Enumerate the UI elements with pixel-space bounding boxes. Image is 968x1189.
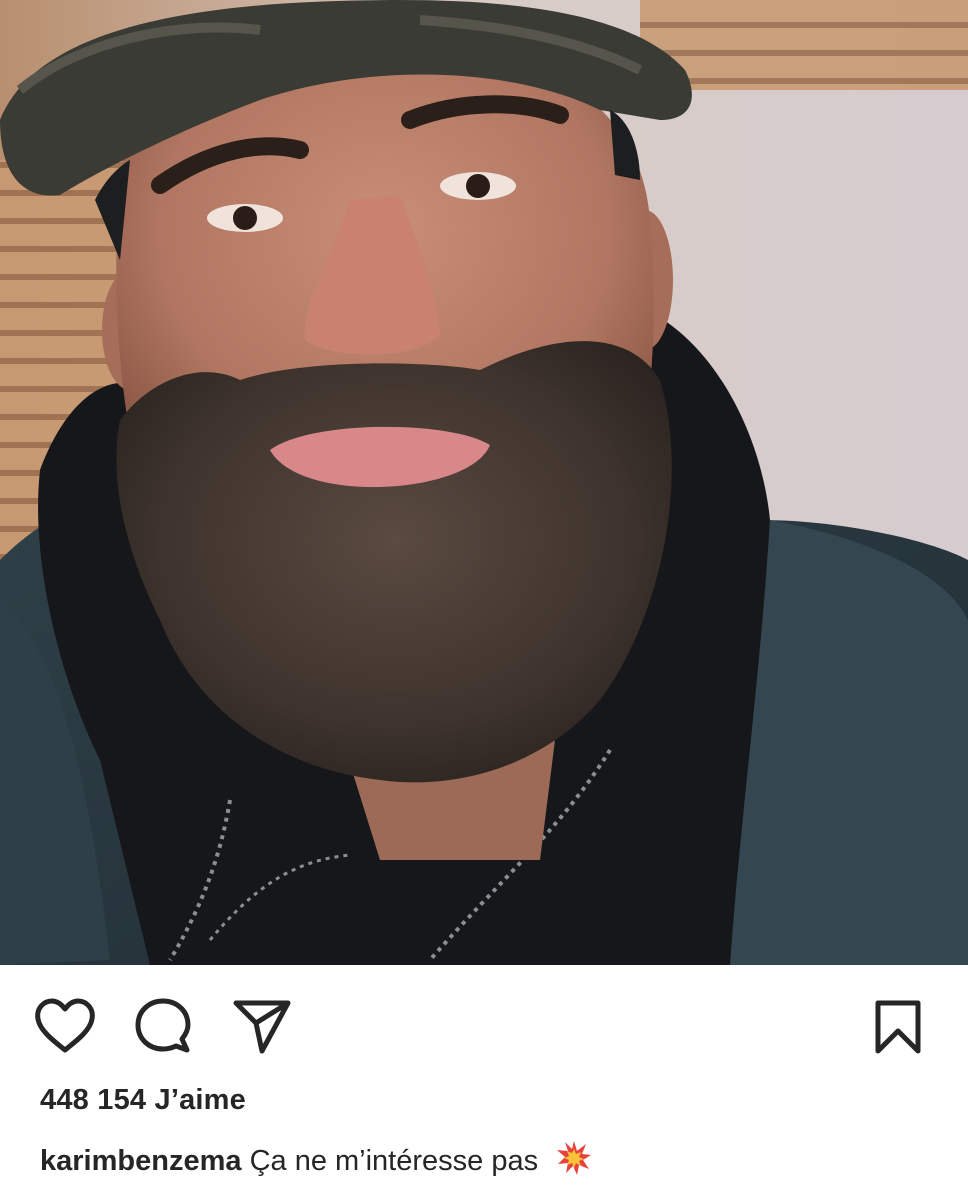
post-action-bar bbox=[0, 965, 968, 1075]
heart-icon bbox=[35, 998, 95, 1053]
like-count[interactable]: 448 154 J’aime bbox=[40, 1084, 246, 1117]
instagram-post: 448 154 J’aime karimbenzema Ça ne m’inté… bbox=[0, 0, 968, 1189]
comment-button[interactable] bbox=[134, 997, 192, 1055]
caption-text: Ça ne m’intéresse pas bbox=[249, 1145, 539, 1177]
bookmark-icon bbox=[875, 1000, 921, 1054]
share-button[interactable] bbox=[232, 997, 292, 1055]
like-count-label: J’aime bbox=[154, 1084, 246, 1116]
paper-plane-icon bbox=[233, 1000, 291, 1054]
comment-bubble-icon bbox=[135, 998, 191, 1053]
like-button[interactable] bbox=[34, 997, 96, 1055]
post-caption: karimbenzema Ça ne m’intéresse pas bbox=[40, 1140, 592, 1178]
caption-username[interactable]: karimbenzema bbox=[40, 1145, 242, 1177]
save-button[interactable] bbox=[872, 997, 924, 1057]
collision-icon bbox=[556, 1140, 592, 1176]
like-count-number: 448 154 bbox=[40, 1084, 147, 1116]
post-photo-illustration bbox=[0, 0, 968, 965]
post-photo[interactable] bbox=[0, 0, 968, 965]
